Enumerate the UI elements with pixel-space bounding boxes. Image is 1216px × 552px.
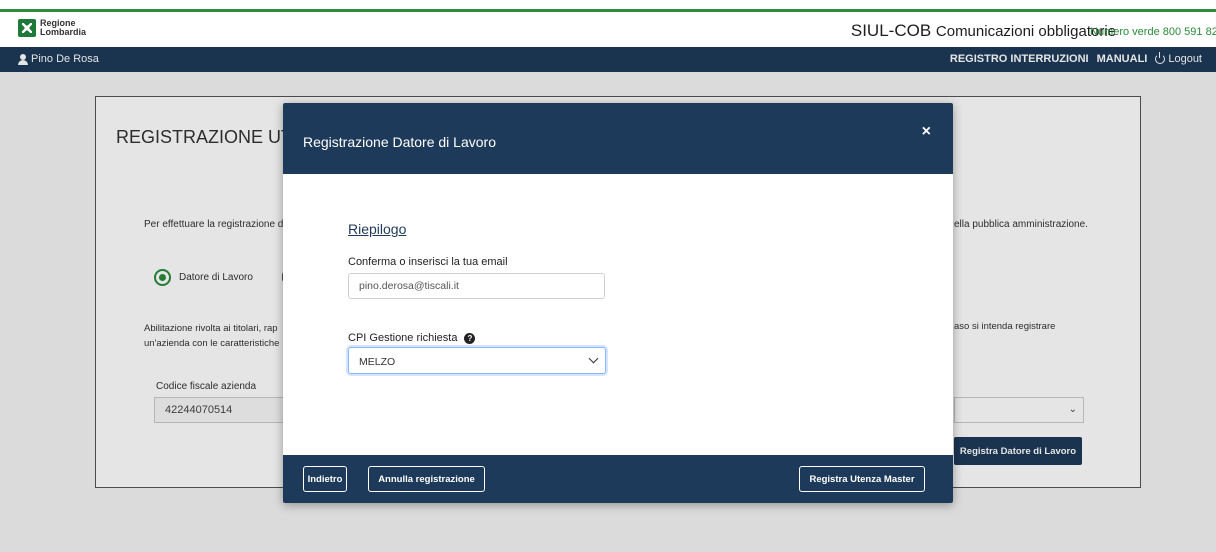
modal-footer: Indietro Annulla registrazione Registra … <box>283 455 953 503</box>
cpi-selected-value: MELZO <box>359 356 396 368</box>
logo-line2: Lombardia <box>40 27 87 37</box>
email-field[interactable] <box>348 273 605 299</box>
chevron-down-icon <box>588 353 599 364</box>
register-master-button[interactable]: Registra Utenza Master <box>799 466 925 492</box>
regione-lombardia-logo[interactable]: Regione Lombardia <box>18 19 86 37</box>
modal-title: Registrazione Datore di Lavoro <box>303 134 496 150</box>
app-title: SIUL-COB Comunicazioni obbligatorie <box>851 21 1116 41</box>
app-subtitle: Comunicazioni obbligatorie <box>935 23 1116 40</box>
app-header: Regione Lombardia SIUL-COB Comunicazioni… <box>0 12 1216 47</box>
cancel-registration-button[interactable]: Annulla registrazione <box>368 466 485 492</box>
email-label: Conferma o inserisci la tua email <box>348 256 508 268</box>
help-icon[interactable]: ? <box>464 332 476 344</box>
section-title-riepilogo: Riepilogo <box>348 221 407 237</box>
back-button[interactable]: Indietro <box>303 466 347 492</box>
numero-verde: Numero verde 800 591 826 <box>1090 26 1216 38</box>
lombardia-rose-icon <box>18 19 36 37</box>
cpi-select[interactable]: MELZO <box>348 347 606 374</box>
app-name: SIUL-COB <box>850 21 932 40</box>
close-icon[interactable]: × <box>922 123 931 141</box>
logo-text: Regione Lombardia <box>40 19 86 37</box>
registration-modal: Registrazione Datore di Lavoro × Riepilo… <box>283 103 953 503</box>
modal-header: Registrazione Datore di Lavoro × <box>283 103 953 174</box>
cpi-label-text: CPI Gestione richiesta <box>348 332 458 344</box>
cpi-label: CPI Gestione richiesta ? <box>348 332 476 344</box>
